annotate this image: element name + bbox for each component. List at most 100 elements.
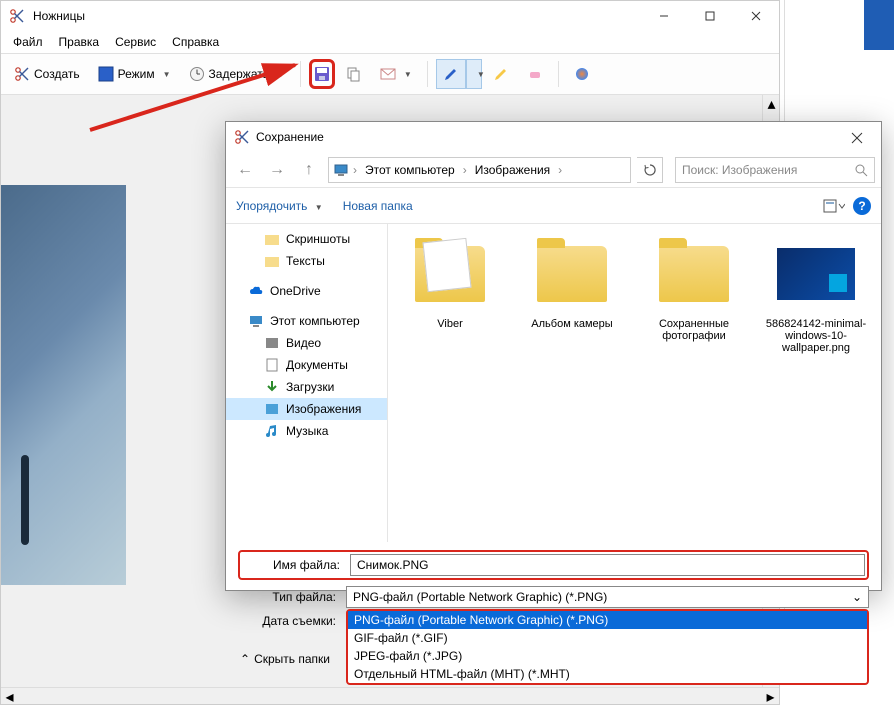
highlighter-button[interactable] (486, 59, 516, 89)
chevron-up-icon: ⌃ (240, 652, 250, 666)
clock-icon (189, 66, 205, 82)
date-label: Дата съемки: (238, 614, 346, 628)
sidebar-item-video[interactable]: Видео (226, 332, 387, 354)
menu-help[interactable]: Справка (164, 33, 227, 51)
delay-label: Задержать (209, 67, 269, 81)
pen-icon (443, 66, 459, 82)
sidebar-item-documents[interactable]: Документы (226, 354, 387, 376)
dialog-title: Сохранение (256, 130, 324, 144)
option-png[interactable]: PNG-файл (Portable Network Graphic) (*.P… (348, 611, 867, 629)
maximize-button[interactable] (687, 1, 733, 31)
folder-viber[interactable]: Viber (398, 234, 502, 354)
dialog-titlebar: Сохранение (226, 122, 881, 152)
download-icon (264, 379, 280, 395)
minimize-button[interactable] (641, 1, 687, 31)
search-icon (854, 163, 868, 177)
breadcrumb-this-pc[interactable]: Этот компьютер (361, 163, 459, 177)
option-gif[interactable]: GIF-файл (*.GIF) (348, 629, 867, 647)
window-title: Ножницы (33, 9, 85, 23)
breadcrumb-sep: › (558, 163, 562, 177)
close-icon (851, 132, 863, 144)
sidebar-item-this-pc[interactable]: Этот компьютер (226, 310, 387, 332)
eraser-button[interactable] (520, 59, 550, 89)
mail-icon (380, 66, 396, 82)
video-icon (264, 335, 280, 351)
nav-back-button[interactable]: ← (232, 157, 258, 183)
nav-forward-button[interactable]: → (264, 157, 290, 183)
search-input[interactable]: Поиск: Изображения (675, 157, 875, 183)
window-controls (641, 1, 779, 31)
highlighter-icon (493, 66, 509, 82)
filename-label: Имя файла: (242, 558, 350, 572)
option-jpg[interactable]: JPEG-файл (*.JPG) (348, 647, 867, 665)
sidebar-item-texts[interactable]: Тексты (226, 250, 387, 272)
create-label: Создать (34, 67, 80, 81)
folder-saved[interactable]: Сохраненные фотографии (642, 234, 746, 354)
scissors-icon (234, 129, 250, 145)
hide-folders-button[interactable]: ⌃ Скрыть папки (240, 652, 330, 666)
breadcrumb-images[interactable]: Изображения (471, 163, 554, 177)
view-button[interactable] (823, 198, 845, 214)
new-folder-button[interactable]: Новая папка (343, 199, 413, 213)
delay-button[interactable]: Задержать ▼ (182, 59, 292, 89)
search-placeholder: Поиск: Изображения (682, 163, 797, 177)
chevron-down-icon: ▼ (404, 70, 412, 79)
pen-dropdown[interactable]: ▼ (466, 59, 482, 89)
save-dialog: Сохранение ← → ↑ › Этот компьютер › Изоб… (225, 121, 882, 591)
captured-preview (1, 185, 126, 585)
pen-button[interactable] (436, 59, 466, 89)
file-label: Viber (437, 318, 462, 330)
breadcrumb-sep: › (463, 163, 467, 177)
sidebar-item-downloads[interactable]: Загрузки (226, 376, 387, 398)
separator (300, 61, 301, 87)
scissors-icon (9, 8, 25, 24)
chevron-down-icon: ⌄ (852, 590, 862, 604)
paint3d-button[interactable] (567, 59, 597, 89)
option-mht[interactable]: Отдельный HTML-файл (MHT) (*.MHT) (348, 665, 867, 683)
blue-accent (864, 0, 894, 50)
file-area[interactable]: Viber Альбом камеры Сохраненные фотограф… (388, 224, 881, 542)
dialog-close-button[interactable] (837, 125, 877, 151)
refresh-button[interactable] (637, 157, 663, 183)
separator (427, 61, 428, 87)
pc-icon (333, 162, 349, 178)
filetype-value: PNG-файл (Portable Network Graphic) (*.P… (353, 590, 607, 604)
menu-edit[interactable]: Правка (51, 33, 108, 51)
menu-service[interactable]: Сервис (107, 33, 164, 51)
mode-button[interactable]: Режим ▼ (91, 59, 178, 89)
folder-icon (264, 253, 280, 269)
sidebar-item-images[interactable]: Изображения (226, 398, 387, 420)
cloud-icon (248, 283, 264, 299)
sidebar-item-onedrive[interactable]: OneDrive (226, 280, 387, 302)
help-button[interactable]: ? (853, 197, 871, 215)
filename-input[interactable] (350, 554, 865, 576)
separator (558, 61, 559, 87)
chevron-down-icon: ▼ (163, 70, 171, 79)
horizontal-scrollbar[interactable]: ◂ ▸ (1, 687, 779, 704)
dialog-sidebar: Скриншоты Тексты OneDrive Этот компьютер… (226, 224, 388, 542)
sidebar-item-music[interactable]: Музыка (226, 420, 387, 442)
filetype-combo[interactable]: PNG-файл (Portable Network Graphic) (*.P… (346, 586, 869, 608)
breadcrumb[interactable]: › Этот компьютер › Изображения › (328, 157, 631, 183)
scroll-up-arrow[interactable]: ▴ (763, 95, 779, 112)
scroll-right-arrow[interactable]: ▸ (762, 688, 779, 705)
folder-album[interactable]: Альбом камеры (520, 234, 624, 354)
sidebar-item-screenshots[interactable]: Скриншоты (226, 228, 387, 250)
close-button[interactable] (733, 1, 779, 31)
scroll-left-arrow[interactable]: ◂ (1, 688, 18, 705)
doc-icon (264, 357, 280, 373)
mode-label: Режим (118, 67, 155, 81)
menu-file[interactable]: Файл (5, 33, 51, 51)
mode-icon (98, 66, 114, 82)
file-label: Альбом камеры (531, 318, 612, 330)
save-button[interactable] (309, 59, 335, 89)
nav-up-button[interactable]: ↑ (296, 157, 322, 183)
toolbar: Создать Режим ▼ Задержать ▼ ▼ (1, 53, 779, 95)
mail-button[interactable]: ▼ (373, 59, 419, 89)
title-bar: Ножницы (1, 1, 779, 31)
organize-button[interactable]: Упорядочить ▼ (236, 199, 323, 213)
file-wallpaper[interactable]: 586824142-minimal-windows-10-wallpaper.p… (764, 234, 868, 354)
filetype-label: Тип файла: (238, 590, 346, 604)
create-button[interactable]: Создать (7, 59, 87, 89)
copy-button[interactable] (339, 59, 369, 89)
